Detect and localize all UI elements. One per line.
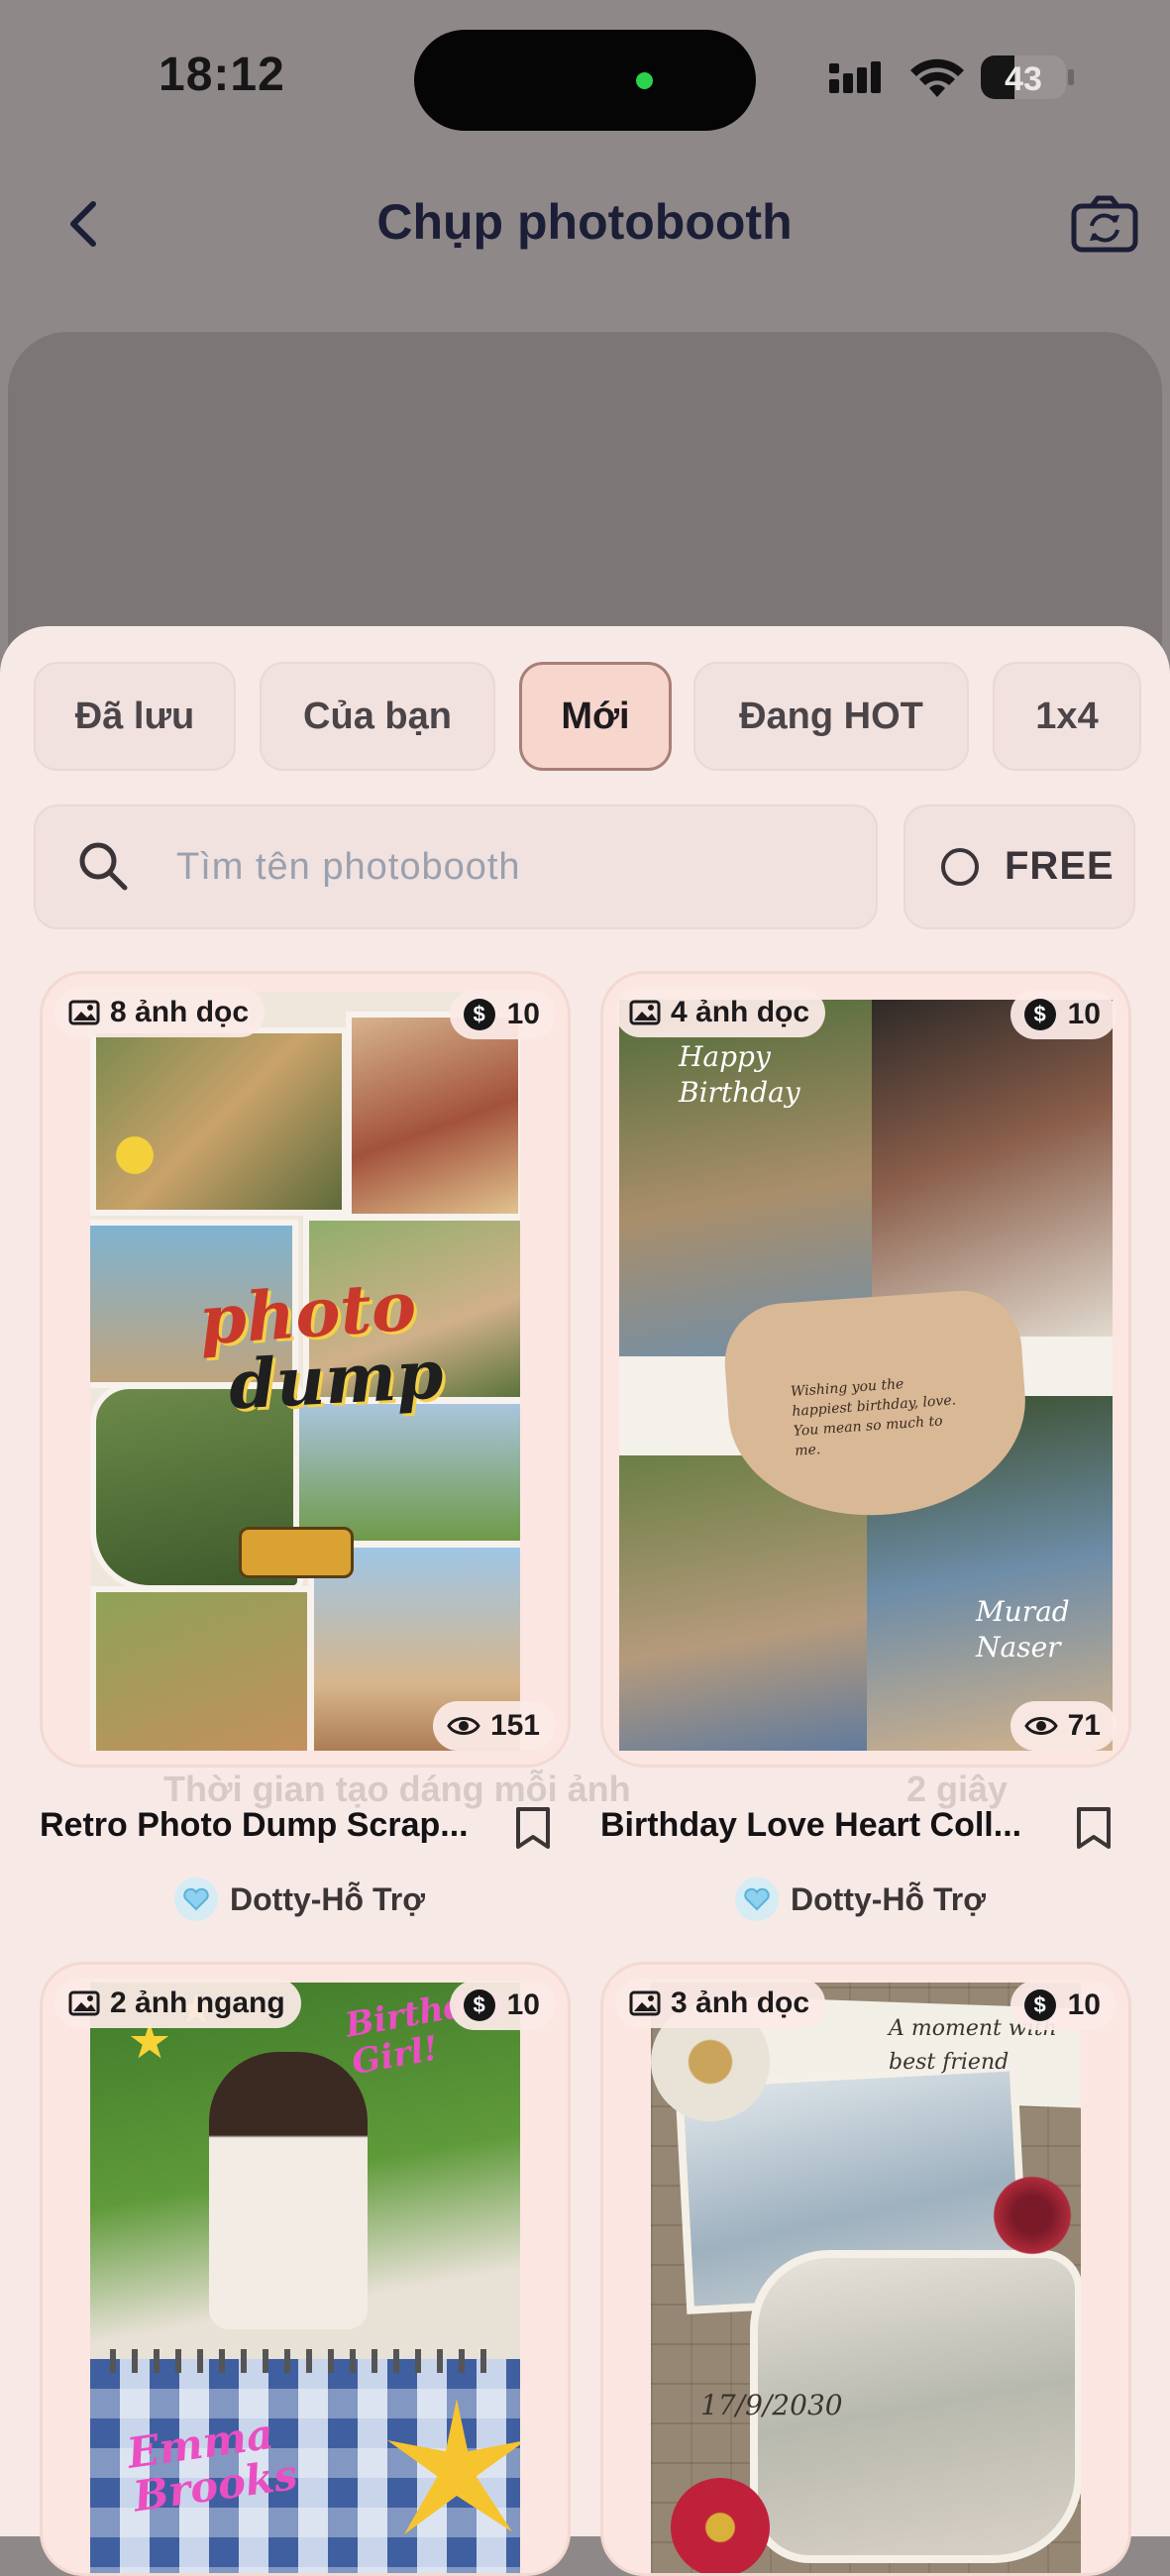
template-thumbnail: A moment with best friend 17/9/2030	[651, 1983, 1081, 2573]
template-thumbnail: Birthday Girl! Emma Brooks	[90, 1983, 520, 2573]
free-label: FREE	[1005, 844, 1115, 888]
free-radio-icon	[941, 848, 979, 886]
photo-count-badge: 8 ảnh dọc	[54, 988, 266, 1037]
tab-1x4[interactable]: 1x4	[993, 662, 1141, 771]
page-title: Chụp photobooth	[376, 194, 793, 250]
heart-icon	[183, 1887, 209, 1911]
cellular-signal-icon	[829, 59, 893, 93]
collage-text-happy-birthday: Happy Birthday	[679, 1040, 800, 1109]
back-chevron-icon[interactable]	[55, 194, 115, 254]
collage-date: 17/9/2030	[700, 2389, 843, 2421]
image-icon	[68, 1000, 100, 1025]
template-thumbnail: photo dump	[90, 992, 520, 1751]
coin-icon: $	[1023, 999, 1056, 1030]
photo-count-text: 8 ảnh dọc	[110, 996, 250, 1028]
search-box	[34, 805, 878, 929]
price-badge: $10	[449, 990, 556, 1039]
camera-indicator-icon	[636, 72, 653, 89]
bookmark-icon[interactable]	[1074, 1805, 1114, 1851]
template-card[interactable]: photo dump 8 ảnh dọc $10 151	[40, 971, 571, 1768]
coin-icon: $	[463, 1989, 495, 2021]
image-icon	[68, 1990, 100, 2016]
price-badge: $10	[1010, 990, 1117, 1039]
dynamic-island	[414, 30, 756, 131]
collage-signature: Murad Naser	[976, 1595, 1070, 1664]
tab-yours[interactable]: Của bạn	[260, 662, 495, 771]
author-name: Dotty-Hỗ Trợ	[230, 1880, 425, 1917]
coin-icon: $	[1023, 1989, 1056, 2021]
collage-note: Wishing you the happiest birthday, love.…	[790, 1376, 957, 1459]
template-title[interactable]: Retro Photo Dump Scrap...	[40, 1806, 469, 1845]
author-name: Dotty-Hỗ Trợ	[791, 1880, 986, 1917]
template-card[interactable]: A moment with best friend 17/9/2030 3 ản…	[600, 1962, 1131, 2576]
photo-count-text: 4 ảnh dọc	[671, 996, 810, 1028]
free-filter-toggle[interactable]: FREE	[904, 805, 1135, 929]
search-icon	[79, 842, 128, 891]
image-icon	[629, 1000, 661, 1025]
price-text: 10	[1067, 1988, 1101, 2021]
photo-count-text: 3 ảnh dọc	[671, 1986, 810, 2019]
photo-count-text: 2 ảnh ngang	[110, 1986, 285, 2019]
price-badge: $10	[449, 1981, 556, 2030]
battery-level: 43	[1005, 60, 1042, 98]
author-label[interactable]: Dotty-Hỗ Trợ	[174, 1878, 425, 1921]
avatar	[735, 1878, 779, 1921]
price-text: 10	[506, 1988, 540, 2021]
price-badge: $10	[1010, 1981, 1117, 2030]
views-count: 151	[489, 1709, 540, 1742]
template-thumbnail: Happy Birthday Wishing you the happiest …	[619, 1000, 1113, 1751]
status-time: 18:12	[159, 49, 285, 101]
photo-count-badge: 3 ảnh dọc	[615, 1979, 826, 2028]
switch-camera-icon[interactable]	[1070, 194, 1139, 254]
wifi-icon	[910, 58, 964, 97]
eye-icon	[447, 1717, 480, 1735]
bookmark-icon[interactable]	[513, 1805, 553, 1851]
collage-text-dump: dump	[227, 1335, 446, 1426]
heart-icon	[744, 1887, 770, 1911]
tab-new[interactable]: Mới	[519, 662, 672, 771]
tab-hot[interactable]: Đang HOT	[693, 662, 969, 771]
settings-row-value: 2 giây	[906, 1769, 1009, 1809]
price-text: 10	[506, 998, 540, 1030]
photo-count-badge: 2 ảnh ngang	[54, 1979, 301, 2028]
image-icon	[629, 1990, 661, 2016]
photo-count-badge: 4 ảnh dọc	[615, 988, 826, 1037]
battery-tip	[1068, 69, 1074, 85]
price-text: 10	[1067, 998, 1101, 1030]
views-badge: 151	[432, 1701, 556, 1751]
views-count: 71	[1067, 1709, 1101, 1742]
template-card[interactable]: Birthday Girl! Emma Brooks 2 ảnh ngang $…	[40, 1962, 571, 2576]
status-bar: 18:12 43	[0, 0, 1170, 159]
template-title[interactable]: Birthday Love Heart Coll...	[600, 1806, 1021, 1845]
author-label[interactable]: Dotty-Hỗ Trợ	[735, 1878, 986, 1921]
settings-row-label: Thời gian tạo dáng mỗi ảnh	[163, 1769, 631, 1809]
tab-saved[interactable]: Đã lưu	[34, 662, 236, 771]
eye-icon	[1023, 1717, 1058, 1735]
template-card[interactable]: Happy Birthday Wishing you the happiest …	[600, 971, 1131, 1768]
views-badge: 71	[1010, 1701, 1117, 1751]
search-input[interactable]	[174, 836, 852, 898]
battery-icon: 43	[981, 55, 1066, 99]
avatar	[174, 1878, 218, 1921]
coin-icon: $	[463, 999, 495, 1030]
